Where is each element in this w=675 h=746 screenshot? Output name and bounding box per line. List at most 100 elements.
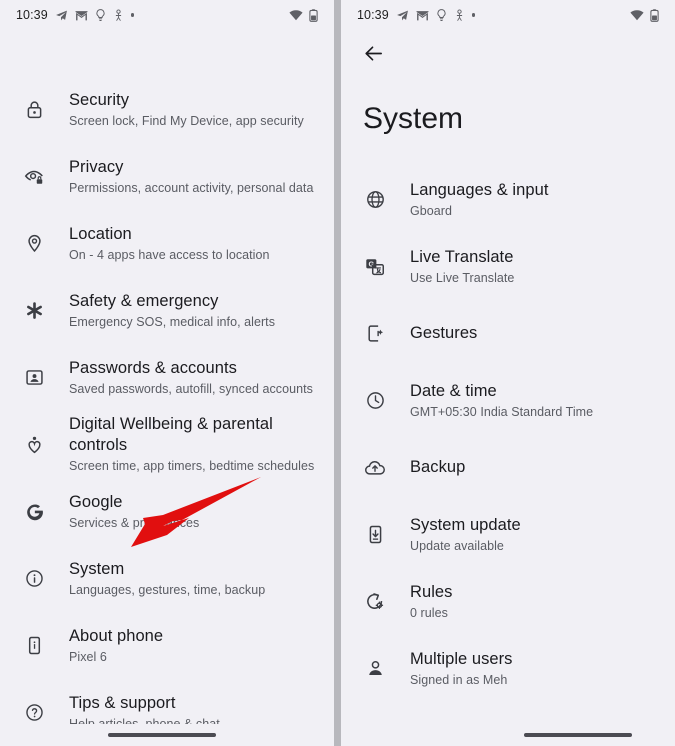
row-subtitle: Permissions, account activity, personal …: [69, 180, 314, 195]
wifi-icon: [289, 9, 303, 21]
row-title: Live Translate: [410, 247, 514, 266]
row-subtitle: Help articles, phone & chat: [69, 716, 220, 725]
settings-row-text: Tips & support Help articles, phone & ch…: [48, 693, 220, 725]
row-subtitle: Saved passwords, autofill, synced accoun…: [69, 381, 313, 396]
cloud-upload-icon: [361, 457, 389, 479]
row-subtitle: Emergency SOS, medical info, alerts: [69, 314, 275, 329]
row-title: Gestures: [410, 324, 478, 342]
status-bar-clock: 10:39: [357, 8, 389, 22]
account-box-icon: [20, 367, 48, 388]
settings-row-text: Safety & emergency Emergency SOS, medica…: [48, 291, 275, 331]
row-title: Security: [69, 90, 130, 109]
eye-lock-icon: [20, 166, 48, 188]
settings-row-text: Google Services & preferences: [48, 492, 199, 532]
gmail-icon: [416, 10, 429, 21]
row-subtitle: Services & preferences: [69, 515, 200, 530]
system-row-multiple-users[interactable]: Multiple users Signed in as Meh: [341, 635, 675, 702]
status-bar-right: 10:39: [341, 0, 675, 30]
phone-info-icon: [20, 635, 48, 656]
clock-icon: [361, 390, 389, 411]
bulb-icon: [436, 8, 447, 22]
left-top-spacer: [0, 30, 334, 76]
dot-icon: [471, 13, 476, 17]
page-title: System: [363, 102, 464, 135]
globe-icon: [361, 189, 389, 210]
gmail-icon: [75, 10, 88, 21]
row-subtitle: Screen lock, Find My Device, app securit…: [69, 113, 304, 128]
row-subtitle: Update available: [410, 538, 504, 553]
status-bar-notification-icons: [396, 8, 476, 22]
system-update-icon: [361, 524, 389, 545]
settings-row-digital-wellbeing[interactable]: Digital Wellbeing & parental controls Sc…: [0, 411, 334, 478]
row-title: Privacy: [69, 157, 124, 176]
settings-row-text: System Languages, gestures, time, backup: [48, 559, 265, 599]
row-subtitle: Use Live Translate: [410, 270, 515, 285]
row-title: Safety & emergency: [69, 291, 219, 310]
settings-row-text: Multiple users Signed in as Meh: [389, 649, 513, 689]
lock-icon: [20, 99, 48, 120]
system-row-languages-input[interactable]: Languages & input Gboard: [341, 166, 675, 233]
settings-row-text: Live Translate Use Live Translate: [389, 247, 514, 287]
wellbeing-icon: [20, 434, 48, 455]
row-subtitle: Signed in as Meh: [410, 672, 508, 687]
wifi-icon: [630, 9, 644, 21]
settings-row-text: Privacy Permissions, account activity, p…: [48, 157, 313, 197]
status-bar-clock: 10:39: [16, 8, 48, 22]
system-row-live-translate[interactable]: G Live Translate Use Live Translate: [341, 233, 675, 300]
row-title: Tips & support: [69, 693, 176, 712]
home-indicator-right: [341, 724, 675, 746]
status-bar-system-icons: [289, 8, 318, 22]
settings-row-location[interactable]: Location On - 4 apps have access to loca…: [0, 210, 334, 277]
person-icon: [361, 658, 389, 679]
settings-row-security[interactable]: Security Screen lock, Find My Device, ap…: [0, 76, 334, 143]
settings-row-google[interactable]: Google Services & preferences: [0, 478, 334, 545]
settings-row-text: Date & time GMT+05:30 India Standard Tim…: [389, 381, 593, 421]
row-subtitle: 0 rules: [410, 605, 448, 620]
row-subtitle: Gboard: [410, 203, 452, 218]
home-indicator-bar[interactable]: [108, 733, 216, 737]
bulb-icon: [95, 8, 106, 22]
row-title: Date & time: [410, 381, 497, 400]
help-circle-icon: [20, 702, 48, 723]
back-arrow-icon[interactable]: [360, 40, 386, 66]
system-row-system-update[interactable]: System update Update available: [341, 501, 675, 568]
system-row-rules[interactable]: Rules 0 rules: [341, 568, 675, 635]
app-icon: [113, 8, 124, 22]
row-title: Rules: [410, 582, 453, 601]
settings-row-text: Languages & input Gboard: [389, 180, 548, 220]
home-indicator-bar[interactable]: [524, 733, 632, 737]
settings-row-system[interactable]: System Languages, gestures, time, backup: [0, 545, 334, 612]
row-subtitle: On - 4 apps have access to location: [69, 247, 270, 262]
row-subtitle: GMT+05:30 India Standard Time: [410, 404, 594, 419]
settings-row-about-phone[interactable]: About phone Pixel 6: [0, 612, 334, 679]
live-translate-icon: G: [361, 256, 389, 278]
settings-list-screen: 10:39 Security Screen lock, Find My Devi…: [0, 0, 334, 746]
row-title: System update: [410, 515, 521, 534]
telegram-icon: [396, 9, 409, 22]
settings-row-passwords-accounts[interactable]: Passwords & accounts Saved passwords, au…: [0, 344, 334, 411]
settings-row-text: Security Screen lock, Find My Device, ap…: [48, 90, 304, 130]
system-row-gestures[interactable]: Gestures: [341, 300, 675, 367]
settings-row-text: Location On - 4 apps have access to loca…: [48, 224, 269, 264]
settings-row-safety-emergency[interactable]: Safety & emergency Emergency SOS, medica…: [0, 277, 334, 344]
row-title: About phone: [69, 626, 164, 645]
telegram-icon: [55, 9, 68, 22]
settings-row-privacy[interactable]: Privacy Permissions, account activity, p…: [0, 143, 334, 210]
location-pin-icon: [20, 233, 48, 254]
system-settings-list: Languages & input Gboard G Live Translat…: [341, 166, 675, 724]
row-title: System: [69, 559, 125, 578]
system-row-reset-options[interactable]: Reset options: [341, 702, 675, 724]
row-title: Location: [69, 224, 132, 243]
settings-row-text: Passwords & accounts Saved passwords, au…: [48, 358, 313, 398]
google-g-icon: [20, 501, 48, 522]
system-row-backup[interactable]: Backup: [341, 434, 675, 501]
app-icon: [454, 8, 465, 22]
system-row-date-time[interactable]: Date & time GMT+05:30 India Standard Tim…: [341, 367, 675, 434]
row-title: Digital Wellbeing & parental controls: [69, 415, 273, 454]
home-indicator-left: [0, 724, 334, 746]
gestures-icon: [361, 323, 389, 344]
status-bar-left: 10:39: [0, 0, 334, 30]
battery-icon: [650, 8, 659, 22]
settings-row-tips-support[interactable]: Tips & support Help articles, phone & ch…: [0, 679, 334, 724]
settings-row-text: Gestures: [389, 323, 477, 344]
